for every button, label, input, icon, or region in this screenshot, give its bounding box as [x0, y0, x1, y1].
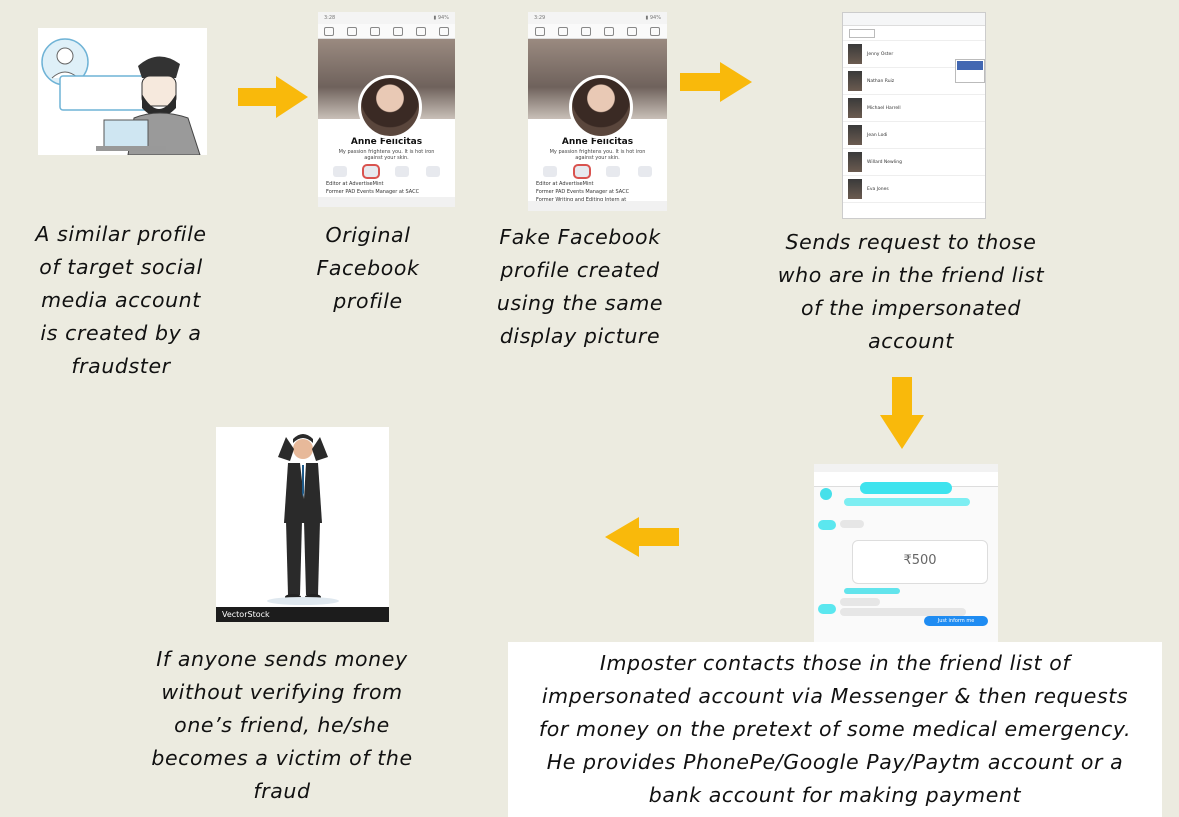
watermark-bar: VectorStock — [216, 607, 389, 622]
edit-profile-icon — [603, 166, 623, 178]
payment-card: ₹500 — [852, 540, 988, 584]
friend-row: Willard Newling — [843, 149, 985, 176]
edit-profile-icon — [392, 166, 412, 178]
fake-profile-screenshot: 3:29 ▮ 94% Anne Felicitas My passion frig… — [528, 12, 667, 211]
caption-step2: Original Facebook profile — [316, 223, 420, 313]
friend-avatar — [848, 98, 862, 118]
arrow-down-icon — [880, 377, 924, 449]
arrow-left-icon — [605, 517, 679, 557]
more-icon — [635, 166, 655, 178]
original-profile-screenshot: 3:28 ▮ 94% Anne Felicitas My passion frig… — [318, 12, 455, 207]
victim-illustration: VectorStock — [216, 427, 389, 622]
more-icon — [423, 166, 443, 178]
friend-avatar — [848, 152, 862, 172]
filter-dropdown — [849, 29, 875, 38]
caption-step1: A similar profile of target social media… — [35, 222, 207, 378]
reply-bubble: Just inform me — [924, 616, 988, 626]
friend-avatar — [848, 44, 862, 64]
arrow-right-icon — [680, 62, 752, 102]
fraudster-illustration — [38, 28, 207, 156]
payment-amount: ₹500 — [903, 553, 937, 568]
friend-list-screenshot: Jenny Oster Nathan Ruiz Michael Harrell … — [842, 12, 986, 219]
add-story-icon — [540, 166, 560, 178]
friend-avatar — [848, 125, 862, 145]
friend-avatar — [848, 71, 862, 91]
blur-avatar — [820, 488, 832, 500]
messenger-screenshot: ₹500 Just inform me — [814, 464, 998, 642]
view-as-icon — [572, 164, 592, 179]
friend-row: Michael Harrell — [843, 95, 985, 122]
friend-avatar — [848, 179, 862, 199]
profile-avatar — [568, 75, 633, 139]
friend-menu-popup — [955, 59, 985, 83]
friend-row: Eva Jones — [843, 176, 985, 203]
arrow-right-icon — [238, 76, 308, 118]
add-story-icon — [330, 166, 350, 178]
view-as-icon — [361, 164, 381, 179]
caption-step5: Imposter contacts those in the friend li… — [538, 651, 1132, 807]
profile-bio: My passion frightens you. It is hot iron… — [549, 149, 646, 161]
caption-step6: If anyone sends money without verifying … — [151, 647, 413, 803]
caption-step3: Fake Facebook profile created using the … — [496, 225, 664, 348]
friend-row: Jean Lodi — [843, 122, 985, 149]
profile-avatar — [357, 75, 422, 139]
profile-bio: My passion frightens you. It is hot iron… — [338, 149, 435, 161]
caption-step4: Sends request to those who are in the fr… — [777, 230, 1045, 353]
